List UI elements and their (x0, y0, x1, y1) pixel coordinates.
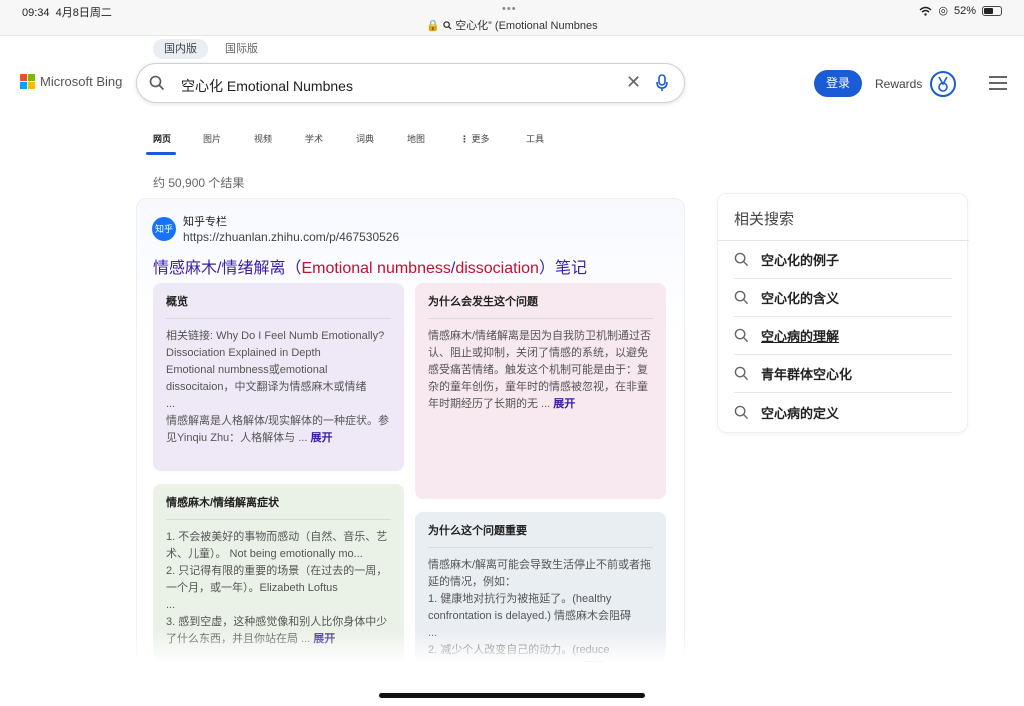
search-icon (734, 328, 749, 343)
result-title-link[interactable]: 情感麻木/情绪解离（Emotional numbness/dissociatio… (153, 254, 587, 278)
tab-videos[interactable]: 视频 (254, 132, 272, 145)
card-heading: 为什么会发生这个问题 (428, 293, 653, 319)
login-button[interactable]: 登录 (814, 70, 862, 97)
card-body: 相关链接: Why Do I Feel Numb Emotionally? Di… (166, 330, 390, 444)
related-item[interactable]: 青年群体空心化 (734, 355, 952, 393)
related-item-label: 空心病的理解 (761, 329, 840, 344)
address-text: 空心化” (Emotional Numbnes (455, 20, 598, 32)
search-input[interactable]: 空心化 Emotional Numbnes (181, 76, 353, 96)
region-tab-domestic[interactable]: 国内版 (153, 39, 208, 59)
home-indicator[interactable] (379, 693, 645, 698)
clear-icon[interactable]: ✕ (626, 72, 641, 93)
related-item-label: 空心化的例子 (761, 253, 840, 268)
card-heading: 概览 (166, 293, 391, 319)
result-count: 约 50,900 个结果 (153, 176, 245, 190)
tab-more[interactable]: ⋮ 更多 (460, 132, 490, 145)
search-icon (734, 290, 749, 305)
site-url[interactable]: https://zhuanlan.zhihu.com/p/467530526 (183, 230, 399, 244)
rewards-link[interactable]: Rewards (875, 77, 922, 91)
region-tab-international[interactable]: 国际版 (214, 39, 269, 59)
search-box[interactable]: 空心化 Emotional Numbnes ✕ (136, 63, 685, 103)
rewards-icon[interactable] (930, 71, 956, 97)
card-body: 情感麻木/情绪解离是因为自我防卫机制通过否认、阻止或抑制，关闭了情感的系统，以避… (428, 330, 652, 410)
mic-icon[interactable] (655, 74, 669, 92)
card-heading: 为什么这个问题重要 (428, 522, 653, 548)
related-item[interactable]: 空心病的定义 (734, 393, 952, 431)
expand-link[interactable]: 展开 (310, 432, 332, 444)
battery-percent: 52% (953, 4, 976, 17)
related-item-label: 空心化的含义 (761, 291, 840, 306)
summary-card-overview[interactable]: 概览 相关链接: Why Do I Feel Numb Emotionally?… (153, 283, 404, 471)
battery-icon (982, 5, 1002, 16)
search-icon[interactable] (149, 75, 165, 91)
bing-logo[interactable]: Microsoft Bing (20, 74, 122, 89)
address-bar[interactable]: 🔒 空心化” (Emotional Numbnes (0, 17, 1024, 33)
site-icon[interactable]: 知乎 (152, 217, 176, 241)
tab-academic[interactable]: 学术 (305, 132, 323, 145)
card-heading: 情感麻木/情绪解离症状 (166, 494, 391, 520)
summary-card-why-happens[interactable]: 为什么会发生这个问题 情感麻木/情绪解离是因为自我防卫机制通过否认、阻止或抑制，… (415, 283, 666, 499)
tab-overview-dots[interactable]: ••• (502, 3, 517, 15)
status-bar: 09:34 4月8日周二 ••• 🔒 空心化” (Emotional Numbn… (0, 0, 1024, 36)
tab-maps[interactable]: 地图 (407, 132, 425, 145)
card-fade-overlay (136, 630, 685, 662)
tab-web[interactable]: 网页 (153, 132, 171, 145)
tab-images[interactable]: 图片 (203, 132, 221, 145)
search-icon (443, 21, 452, 30)
more-icon: ⋮ (460, 134, 469, 144)
related-item[interactable]: 空心化的例子 (734, 241, 952, 279)
related-item[interactable]: 空心化的含义 (734, 279, 952, 317)
location-icon: ◎ (938, 5, 948, 17)
search-icon (734, 366, 749, 381)
logo-text: Microsoft Bing (40, 74, 123, 89)
related-searches-panel: 相关搜索 空心化的例子 空心化的含义 空心病的理解 青年群体空心化 空心病的定义 (717, 193, 969, 433)
related-item[interactable]: 空心病的理解 (734, 317, 952, 355)
related-item-label: 青年群体空心化 (761, 367, 853, 382)
expand-link[interactable]: 展开 (553, 398, 575, 410)
active-tab-indicator (146, 152, 176, 155)
lock-icon: 🔒 (426, 20, 441, 32)
menu-icon[interactable] (989, 76, 1007, 94)
tab-tools[interactable]: 工具 (526, 132, 544, 145)
wifi-icon (919, 6, 932, 16)
tab-dictionary[interactable]: 词典 (356, 132, 374, 145)
search-icon (734, 252, 749, 267)
related-item-label: 空心病的定义 (761, 405, 840, 421)
status-right: ◎ 52% (919, 4, 1002, 17)
site-name[interactable]: 知乎专栏 (183, 213, 227, 229)
related-heading: 相关搜索 (734, 211, 795, 228)
search-icon (734, 405, 749, 419)
microsoft-logo-icon (20, 74, 35, 89)
